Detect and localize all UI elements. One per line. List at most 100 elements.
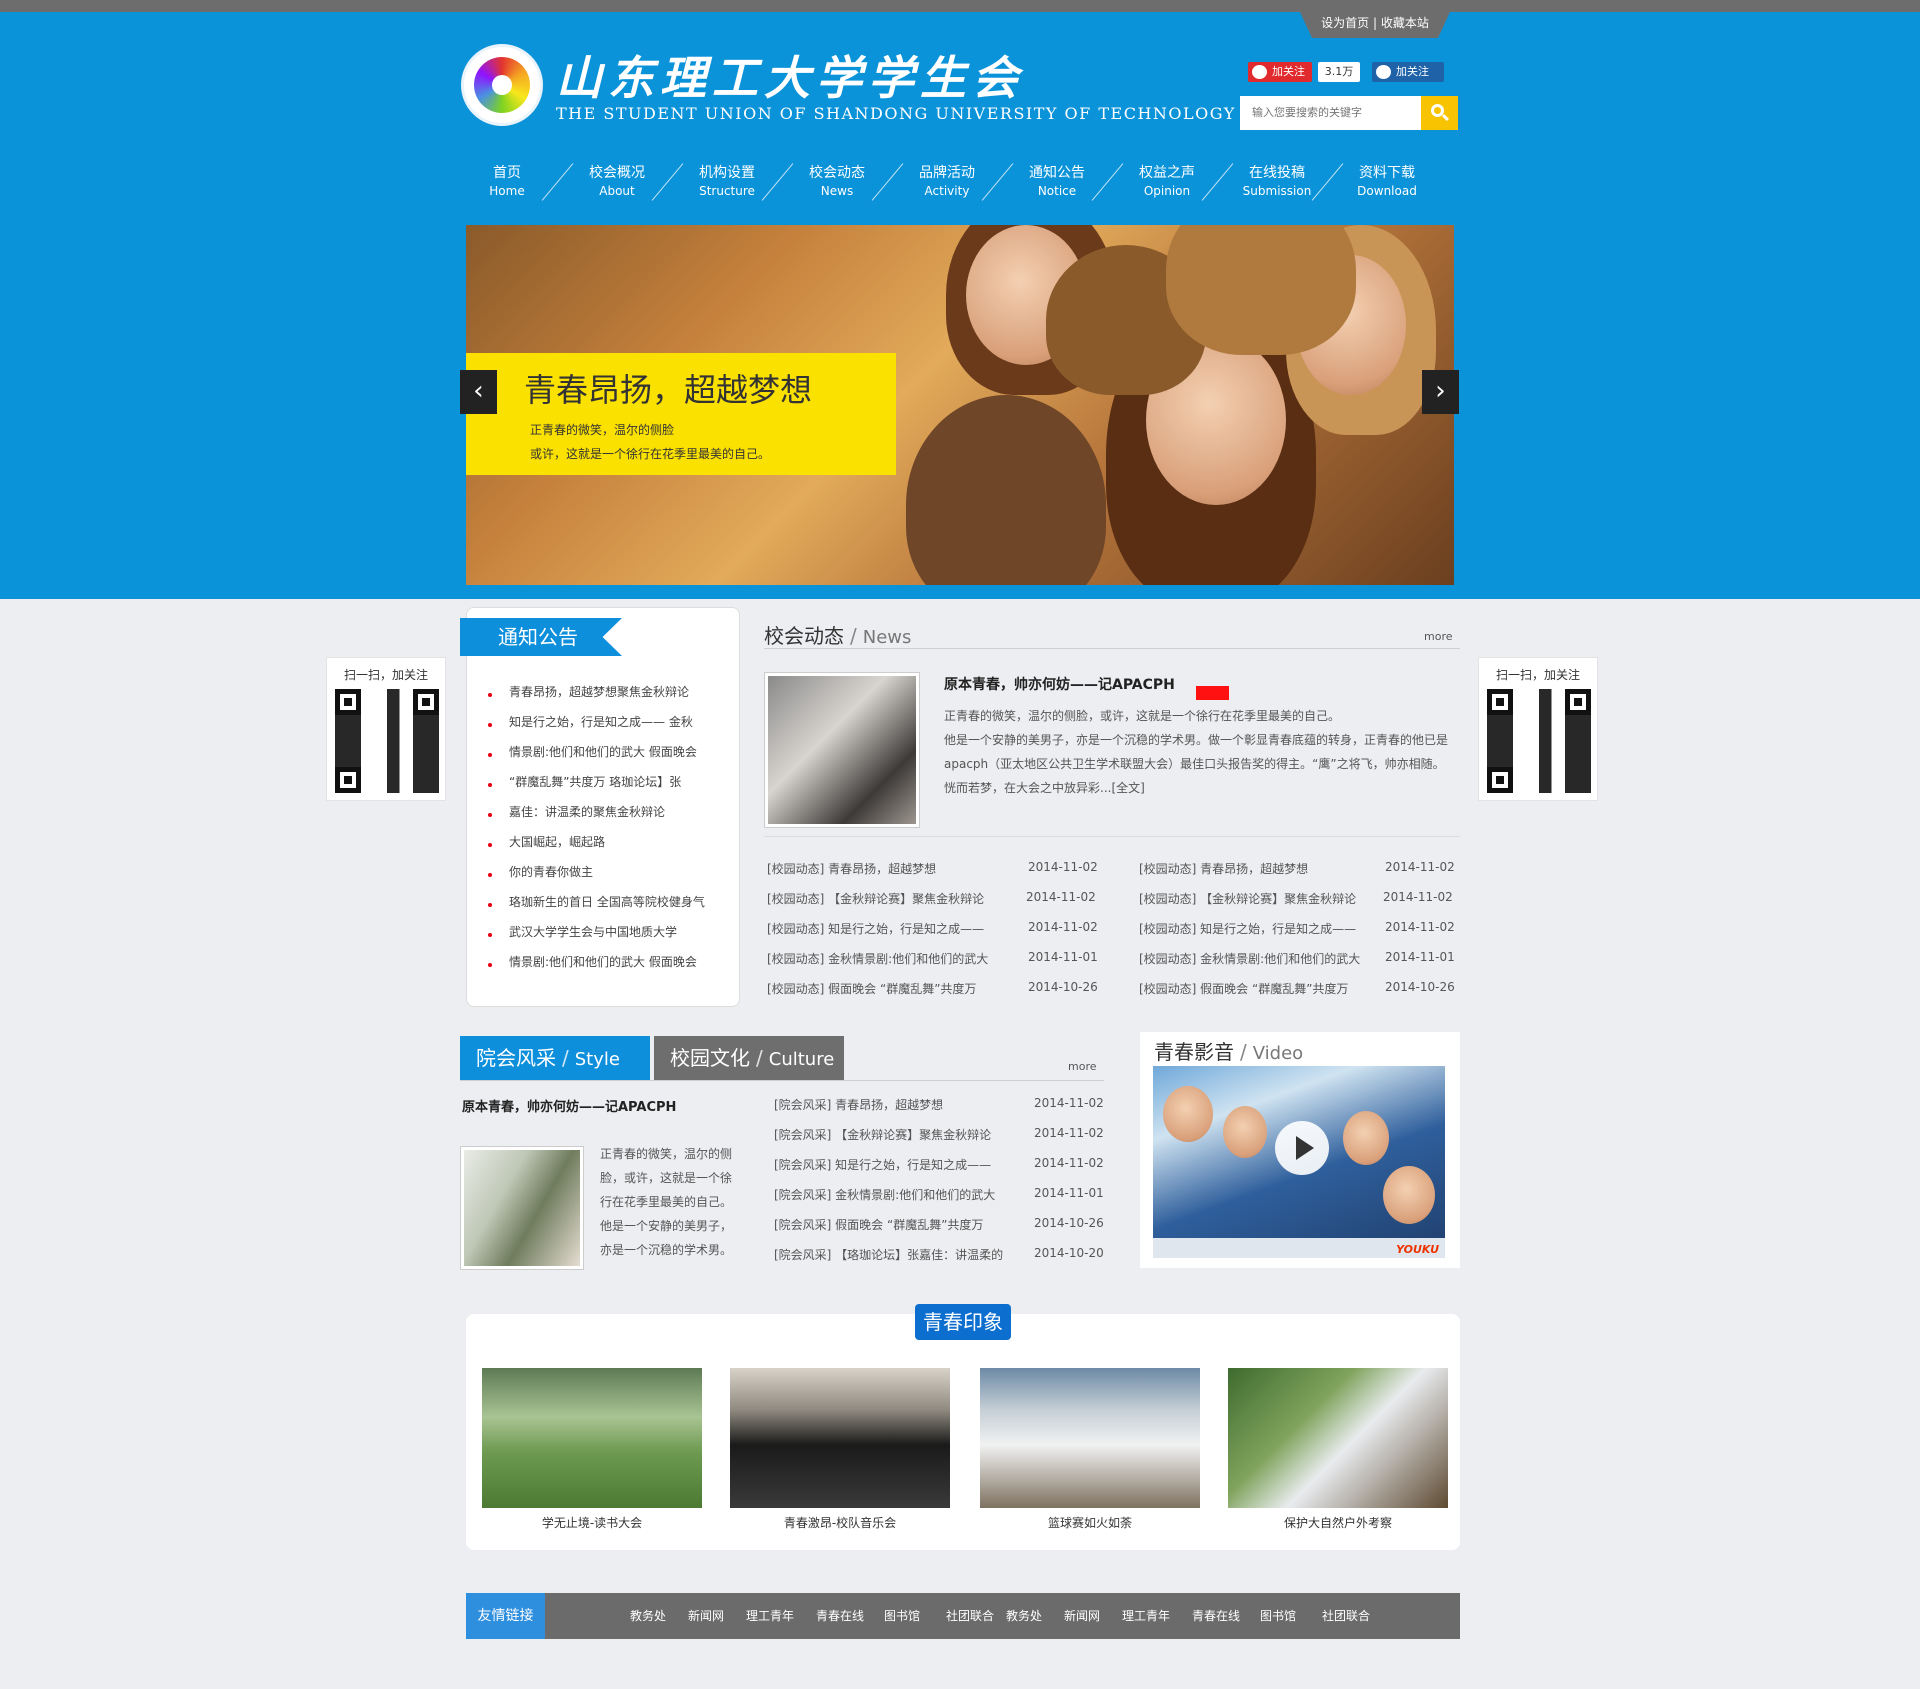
news-row[interactable]: [校园动态] 【金秋辩论赛】聚焦金秋辩论 (1139, 890, 1356, 907)
list-item[interactable]: 你的青春你做主 (488, 860, 705, 890)
news-feature-title[interactable]: 原本青春，帅亦何妨——记APACPH (944, 674, 1175, 694)
friend-link[interactable]: 理工青年 (1122, 1593, 1170, 1639)
list-item[interactable]: 知是行之始，行是知之成—— 金秋 (488, 710, 705, 740)
nav-news[interactable]: 校会动态 News (792, 162, 882, 198)
renren-follow-label: 加关注 (1396, 65, 1429, 78)
news-row[interactable]: [校园动态] 假面晚会 “群魔乱舞”共度万 (1139, 980, 1348, 997)
friend-link[interactable]: 社团联合 (1322, 1593, 1370, 1639)
impression-panel: 青春印象 学无止境-读书大会 青春激昂-校队音乐会 篮球赛如火如荼 保护大自然户… (466, 1304, 1460, 1550)
friend-link[interactable]: 理工青年 (746, 1593, 794, 1639)
video-player[interactable]: YOUKU (1153, 1066, 1445, 1258)
friend-link[interactable]: 图书馆 (1260, 1593, 1296, 1639)
list-item[interactable]: 情景剧:他们和他们的武大 假面晚会 (488, 950, 705, 980)
style-row[interactable]: [院会风采] 【珞珈论坛】张嘉佳：讲温柔的 (774, 1246, 1003, 1263)
banner-line-2: 或许，这就是一个徐行在花季里最美的自己。 (530, 447, 771, 461)
search-button[interactable] (1421, 96, 1458, 130)
news-more-link[interactable]: more (1424, 630, 1453, 643)
news-date: 2014-11-01 (1385, 950, 1455, 964)
gallery-photo[interactable] (1228, 1368, 1448, 1508)
play-icon[interactable] (1275, 1121, 1329, 1175)
chevron-left-icon[interactable]: ‹ (460, 370, 497, 414)
style-row[interactable]: [院会风采] 【金秋辩论赛】聚焦金秋辩论 (774, 1126, 991, 1143)
style-date: 2014-11-01 (1034, 1186, 1104, 1200)
friend-link[interactable]: 社团联合 (946, 1593, 994, 1639)
top-strip (0, 0, 1920, 12)
news-row[interactable]: [校园动态] 知是行之始，行是知之成—— (1139, 920, 1356, 937)
weibo-follow-button[interactable]: 加关注 (1248, 62, 1312, 82)
news-row[interactable]: [校园动态] 假面晚会 “群魔乱舞”共度万 (767, 980, 976, 997)
set-home-link[interactable]: 设为首页 (1321, 16, 1369, 30)
youku-logo: YOUKU (1396, 1243, 1439, 1256)
style-date: 2014-11-02 (1034, 1126, 1104, 1140)
hero-banner[interactable]: 青春昂扬，超越梦想 正青春的微笑，温尔的侧脸 或许，这就是一个徐行在花季里最美的… (466, 225, 1454, 585)
friend-link[interactable]: 新闻网 (1064, 1593, 1100, 1639)
friend-link[interactable]: 青春在线 (816, 1593, 864, 1639)
gallery-photo[interactable] (482, 1368, 702, 1508)
friend-link[interactable]: 教务处 (630, 1593, 666, 1639)
style-date: 2014-11-02 (1034, 1096, 1104, 1110)
qr-left: 扫一扫，加关注 (326, 657, 446, 801)
top-links-separator: | (1372, 16, 1378, 30)
list-item[interactable]: 嘉佳：讲温柔的聚焦金秋辩论 (488, 800, 705, 830)
style-row[interactable]: [院会风采] 金秋情景剧:他们和他们的武大 (774, 1186, 995, 1203)
nav-about[interactable]: 校会概况 About (572, 162, 662, 198)
news-feature-line: 正青春的微笑，温尔的侧脸，或许，这就是一个徐行在花季里最美的自己。 (944, 709, 1341, 723)
nav-download[interactable]: 资料下载 Download (1342, 162, 1432, 198)
news-feature-line: apacph（亚太地区公共卫生学术联盟大会）最佳口头报告奖的得主。“鹰”之将飞，… (944, 757, 1445, 771)
style-feature-line: 脸，或许，这就是一个徐 (600, 1171, 733, 1185)
style-row[interactable]: [院会风采] 青春昂扬，超越梦想 (774, 1096, 943, 1113)
news-row[interactable]: [校园动态] 青春昂扬，超越梦想 (767, 860, 936, 877)
news-date: 2014-11-02 (1383, 890, 1453, 904)
gallery-photo[interactable] (730, 1368, 950, 1508)
style-feature-line: 行在花季里最美的自己。 (600, 1195, 733, 1209)
site-title: 山东理工大学学生会 (556, 51, 1024, 105)
news-date: 2014-11-02 (1028, 920, 1098, 934)
logo-emblem-icon[interactable] (461, 44, 543, 126)
qr-right: 扫一扫，加关注 (1478, 657, 1598, 801)
style-row[interactable]: [院会风采] 知是行之始，行是知之成—— (774, 1156, 991, 1173)
nav-opinion[interactable]: 权益之声 Opinion (1122, 162, 1212, 198)
news-feature-line[interactable]: 恍而若梦，在大会之中放异彩...[全文] (944, 776, 1145, 800)
friend-link[interactable]: 青春在线 (1192, 1593, 1240, 1639)
news-row[interactable]: [校园动态] 金秋情景剧:他们和他们的武大 (767, 950, 988, 967)
renren-icon (1376, 65, 1391, 79)
style-feature-image[interactable] (460, 1146, 584, 1270)
style-feature-title[interactable]: 原本青春，帅亦何妨——记APACPH (462, 1096, 676, 1115)
nav-notice[interactable]: 通知公告 Notice (1012, 162, 1102, 198)
list-item[interactable]: 大国崛起，崛起路 (488, 830, 705, 860)
news-feature-line: 他是一个安静的美男子，亦是一个沉稳的学术男。做一个彰显青春底蕴的转身，正青春的他… (944, 733, 1449, 747)
news-row[interactable]: [校园动态] 金秋情景剧:他们和他们的武大 (1139, 950, 1360, 967)
nav-submission[interactable]: 在线投稿 Submission (1232, 162, 1322, 198)
tab-culture[interactable]: 校园文化 / Culture (654, 1036, 844, 1080)
nav-activity[interactable]: 品牌活动 Activity (902, 162, 992, 198)
notice-title: 通知公告 (460, 618, 622, 656)
nav-home[interactable]: 首页 Home (462, 162, 552, 198)
news-row[interactable]: [校园动态] 青春昂扬，超越梦想 (1139, 860, 1308, 877)
style-date: 2014-10-20 (1034, 1246, 1104, 1260)
list-item[interactable]: 武汉大学学生会与中国地质大学 (488, 920, 705, 950)
nav-structure[interactable]: 机构设置 Structure (682, 162, 772, 198)
chevron-right-icon[interactable]: › (1422, 370, 1459, 414)
search-input[interactable] (1240, 96, 1421, 130)
video-controls[interactable]: YOUKU (1153, 1238, 1445, 1258)
friend-link[interactable]: 新闻网 (688, 1593, 724, 1639)
list-item[interactable]: “群魔乱舞”共度万 珞珈论坛】张 (488, 770, 705, 800)
style-feature-line: 正青春的微笑，温尔的侧 (600, 1147, 733, 1161)
bookmark-link[interactable]: 收藏本站 (1381, 16, 1429, 30)
friend-link[interactable]: 教务处 (1006, 1593, 1042, 1639)
news-row[interactable]: [校园动态] 【金秋辩论赛】聚焦金秋辩论 (767, 890, 984, 907)
news-row[interactable]: [校园动态] 知是行之始，行是知之成—— (767, 920, 984, 937)
style-row[interactable]: [院会风采] 假面晚会 “群魔乱舞”共度万 (774, 1216, 983, 1233)
tab-style[interactable]: 院会风采 / Style (460, 1036, 650, 1080)
friend-link[interactable]: 图书馆 (884, 1593, 920, 1639)
renren-follow-button[interactable]: 加关注 (1372, 62, 1444, 82)
style-more-link[interactable]: more (1068, 1060, 1097, 1073)
news-date: 2014-11-02 (1028, 860, 1098, 874)
list-item[interactable]: 珞珈新生的首日 全国高等院校健身气 (488, 890, 705, 920)
gallery-caption: 保护大自然户外考察 (1283, 1516, 1392, 1530)
list-item[interactable]: 青春昂扬，超越梦想聚焦金秋辩论 (488, 680, 705, 710)
style-feature-line: 他是一个安静的美男子， (600, 1219, 733, 1233)
list-item[interactable]: 情景剧:他们和他们的武大 假面晚会 (488, 740, 705, 770)
gallery-photo[interactable] (980, 1368, 1200, 1508)
news-feature-image[interactable] (764, 672, 920, 828)
